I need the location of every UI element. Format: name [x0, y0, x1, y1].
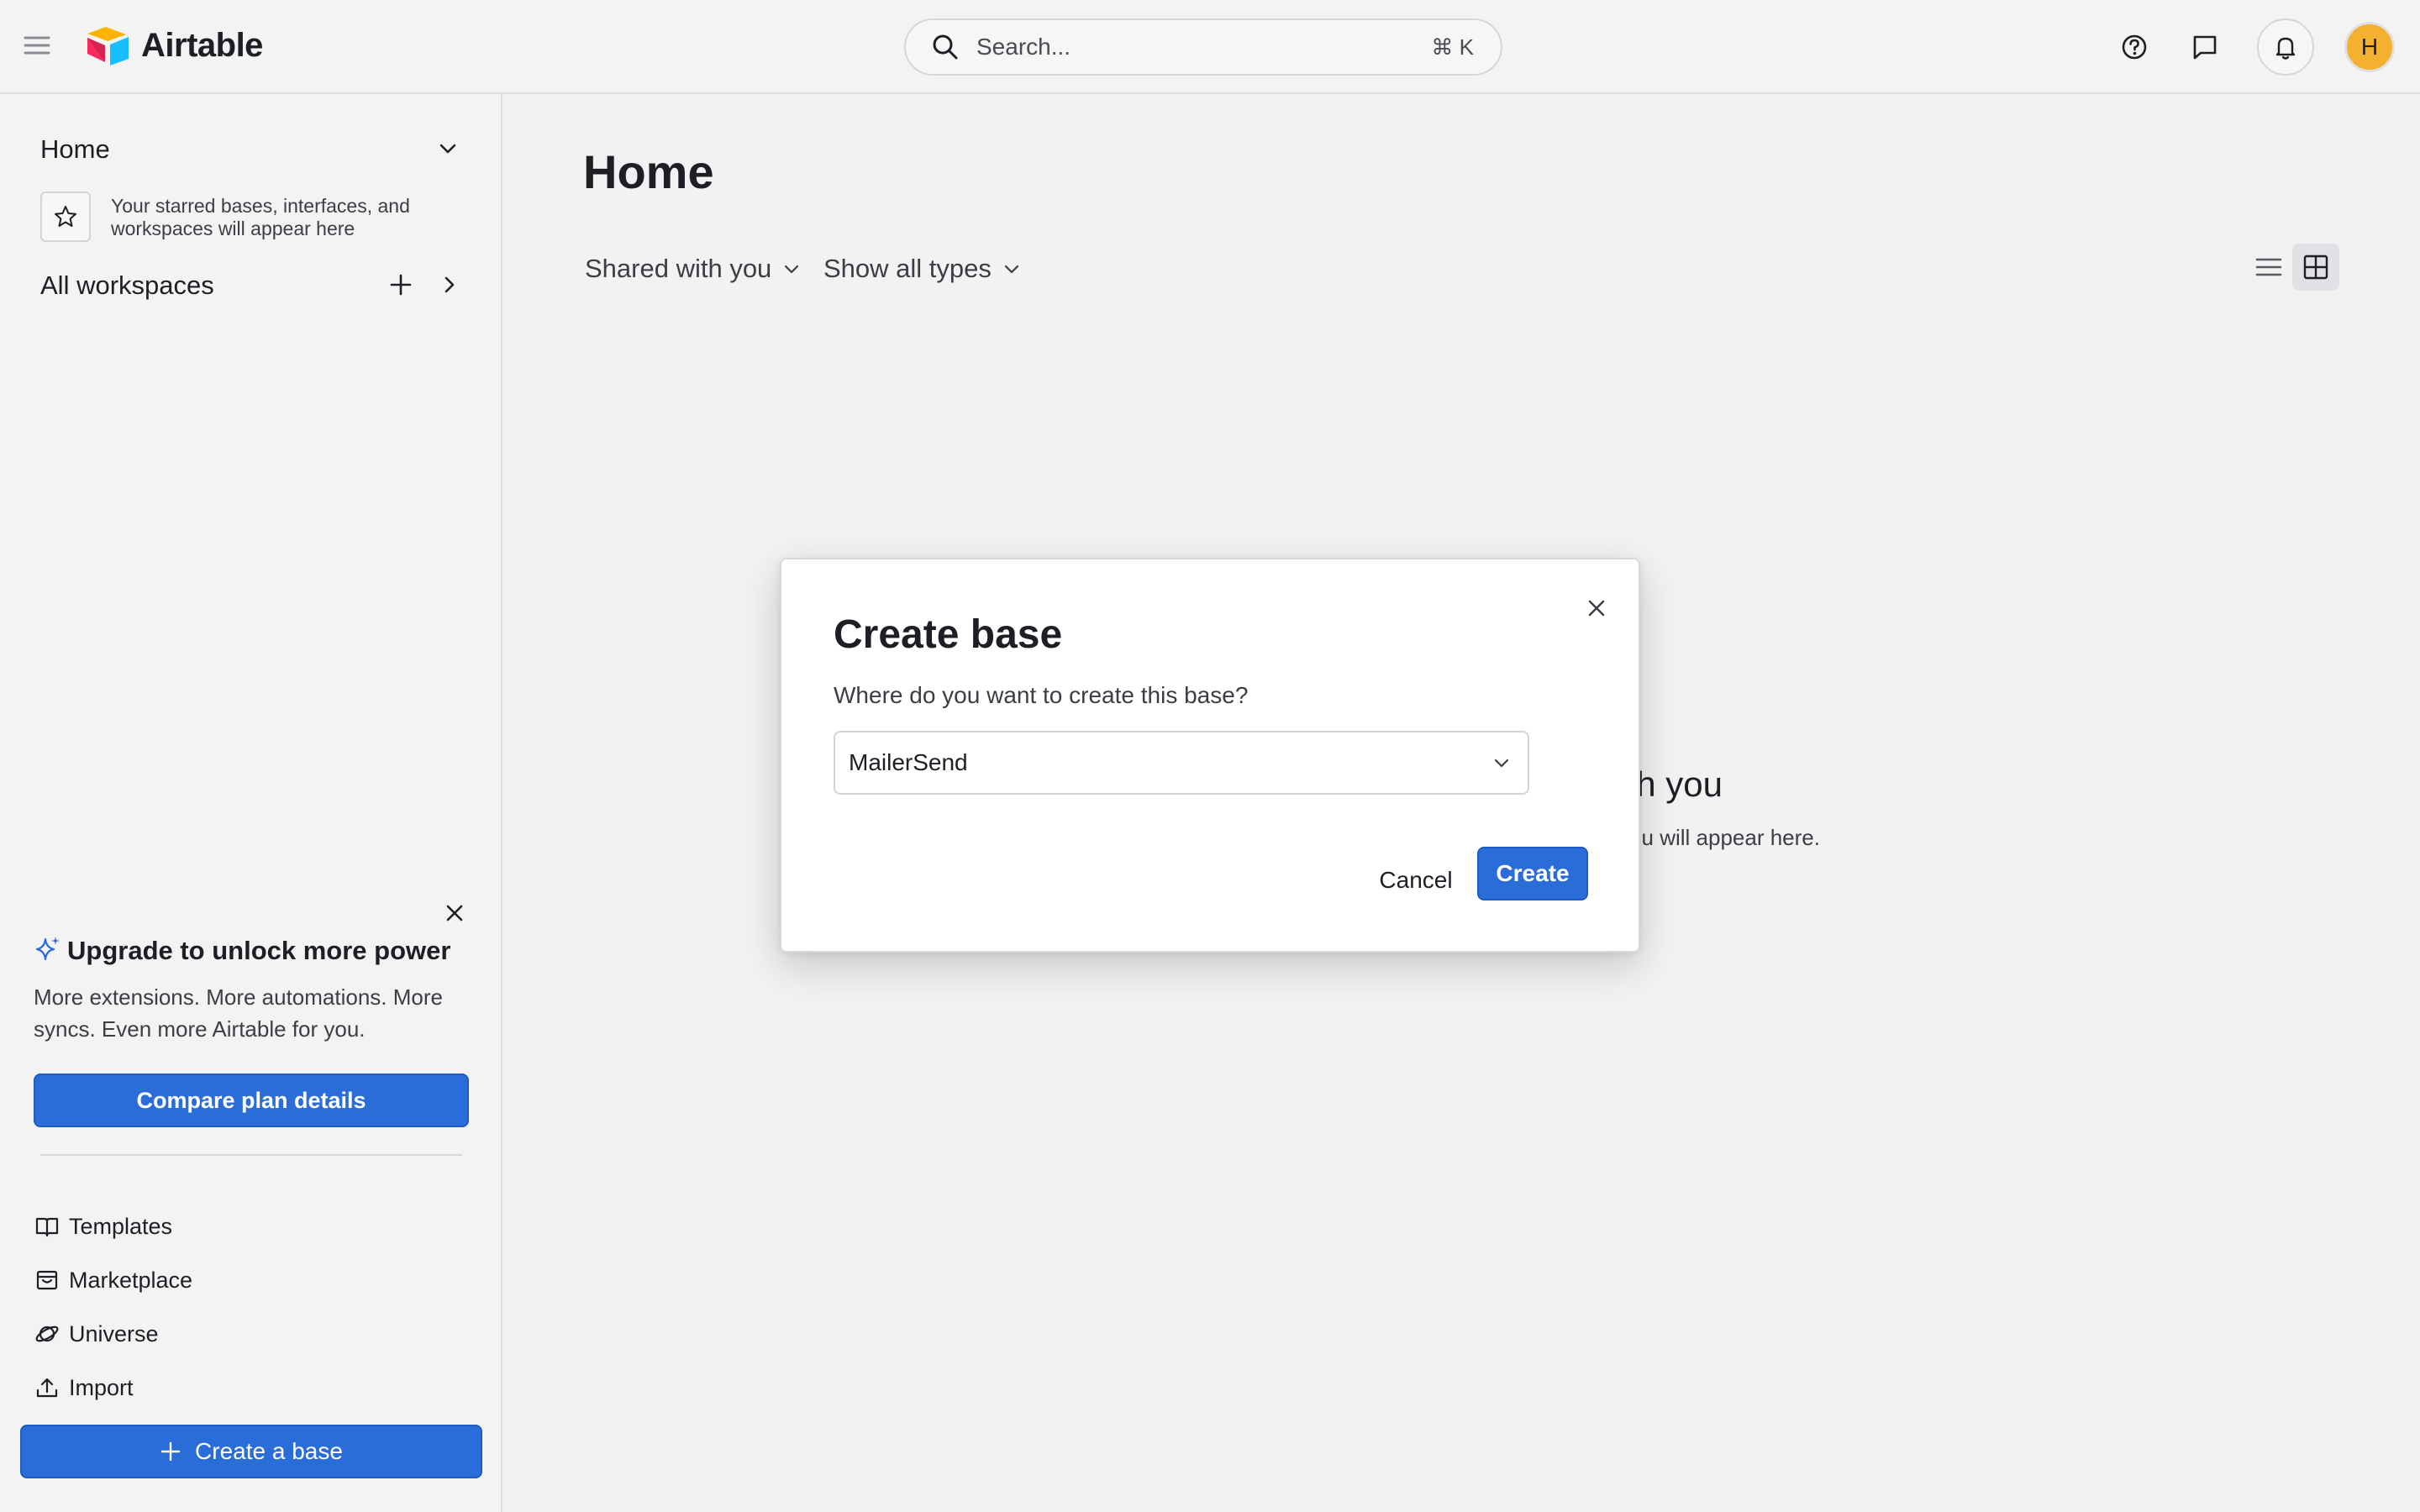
cancel-button[interactable]: Cancel: [1370, 857, 1462, 904]
workspace-select[interactable]: MailerSend: [834, 731, 1529, 795]
help-icon[interactable]: [2118, 30, 2151, 64]
sidebar-item-universe[interactable]: Universe: [34, 1317, 159, 1351]
search-placeholder: Search...: [976, 34, 1071, 60]
type-filter-dropdown[interactable]: Show all types: [823, 250, 1022, 287]
sidebar-item-label: Marketplace: [69, 1267, 193, 1293]
plus-icon: [160, 1441, 181, 1462]
search-icon: [933, 34, 958, 60]
close-icon[interactable]: [1583, 595, 1610, 622]
sidebar-item-label: Universe: [69, 1320, 159, 1347]
chevron-down-icon: [1004, 265, 1018, 274]
grid-view-button[interactable]: [2292, 244, 2339, 291]
sidebar-divider: [40, 1154, 462, 1156]
owner-filter-label: Shared with you: [585, 254, 772, 283]
compare-plan-button[interactable]: Compare plan details: [34, 1074, 469, 1127]
sidebar-item-label: Import: [69, 1374, 134, 1400]
create-base-dialog: Create base Where do you want to create …: [780, 558, 1640, 953]
dialog-question: Where do you want to create this base?: [834, 682, 1249, 708]
grid-view-icon: [2303, 255, 2328, 280]
chevron-down-icon: [785, 265, 799, 274]
book-icon: [35, 1217, 59, 1237]
sidebar-item-import[interactable]: Import: [34, 1371, 134, 1404]
star-icon: [40, 192, 91, 242]
chevron-right-icon[interactable]: [437, 272, 462, 297]
sidebar-item-templates[interactable]: Templates: [34, 1210, 172, 1243]
list-view-icon[interactable]: [2252, 250, 2286, 284]
sparkle-icon: [35, 937, 60, 961]
add-workspace-icon[interactable]: [387, 270, 415, 299]
page-title: Home: [583, 145, 714, 198]
user-avatar[interactable]: H: [2344, 22, 2395, 72]
upgrade-body: More extensions. More automations. More …: [34, 984, 443, 1042]
airtable-logo-icon: [87, 27, 129, 66]
owner-filter-dropdown[interactable]: Shared with you: [585, 250, 802, 287]
sidebar: Home Your starred bases, interfaces, and…: [0, 94, 502, 1512]
planet-icon: [35, 1326, 59, 1342]
chat-icon[interactable]: [2188, 30, 2222, 64]
chevron-down-icon: [1494, 759, 1509, 768]
bell-icon: [2275, 37, 2296, 60]
starred-empty-text: Your starred bases, interfaces, and work…: [111, 195, 410, 239]
type-filter-label: Show all types: [823, 254, 992, 283]
upgrade-title: Upgrade to unlock more power: [67, 936, 451, 965]
top-bar: Airtable Search... ⌘ K H: [0, 0, 2420, 94]
notifications-button[interactable]: [2257, 18, 2314, 76]
app-name: Airtable: [141, 26, 263, 64]
sidebar-item-label: Templates: [69, 1213, 173, 1239]
search-input[interactable]: Search... ⌘ K: [904, 18, 1502, 76]
marketplace-icon: [36, 1270, 58, 1290]
search-shortcut: ⌘ K: [1431, 34, 1474, 60]
create-base-label: Create a base: [195, 1438, 343, 1464]
close-icon[interactable]: [442, 900, 467, 926]
create-button[interactable]: Create: [1477, 847, 1588, 900]
chevron-down-icon[interactable]: [435, 136, 460, 161]
menu-icon[interactable]: [20, 29, 54, 62]
sidebar-item-marketplace[interactable]: Marketplace: [34, 1263, 192, 1297]
dialog-title: Create base: [834, 612, 1063, 657]
airtable-logo[interactable]: Airtable: [84, 24, 263, 67]
workspace-select-value: MailerSend: [849, 749, 968, 775]
upload-icon: [36, 1378, 58, 1398]
sidebar-home-label[interactable]: Home: [40, 134, 110, 165]
create-base-button[interactable]: Create a base: [20, 1425, 482, 1478]
all-workspaces-label[interactable]: All workspaces: [40, 270, 214, 301]
